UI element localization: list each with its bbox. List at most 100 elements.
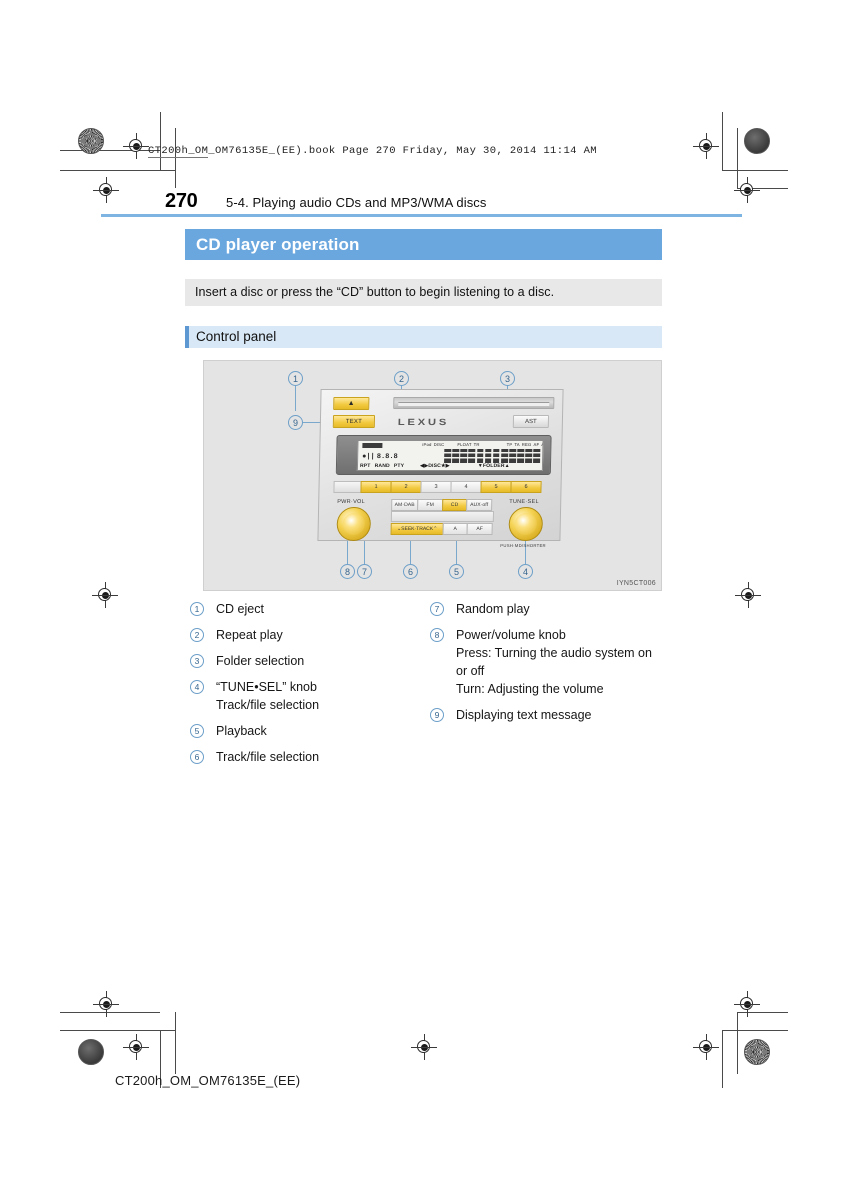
lexus-logo: LEXUS: [397, 417, 450, 427]
crop-line: [722, 112, 723, 170]
legend-number-7: 7: [430, 602, 444, 616]
legend-number-1: 1: [190, 602, 204, 616]
crop-line: [722, 170, 788, 171]
cd-eject-button[interactable]: ▲: [333, 397, 370, 410]
legend-text: Folder selection: [216, 654, 305, 668]
subsection-accent-tick: [185, 326, 189, 348]
bookline-rule: [148, 157, 208, 158]
preset-button-3[interactable]: 3: [420, 481, 452, 493]
footer-file-id: CT200h_OM_OM76135E_(EE): [115, 1073, 301, 1088]
source-button-am-dab[interactable]: AM·DAB: [391, 499, 419, 511]
page-section-title: 5-4. Playing audio CDs and MP3/WMA discs: [226, 195, 487, 210]
legend-text: Repeat play: [216, 628, 283, 642]
subsection-title-text: Control panel: [196, 329, 277, 344]
preset-button-2[interactable]: 2: [390, 481, 422, 493]
callout-8: 8: [340, 564, 355, 579]
legend-number-6: 6: [190, 750, 204, 764]
legend-item-4: 4 “TUNE•SEL” knob Track/file selection: [190, 678, 425, 714]
pwr-vol-knob[interactable]: [336, 507, 372, 541]
page-number: 270: [165, 190, 198, 212]
legend-text: Press: Turning the audio system on: [456, 646, 652, 660]
legend-number-8: 8: [430, 628, 444, 642]
subsection-bar: Control panel: [185, 326, 662, 348]
lcd-bezel: iPod DISC FLOAT TR TP TA REG AF AUTO ●|| 8.8.8 …: [335, 435, 552, 475]
callout-9: 9: [288, 415, 303, 430]
legend-text: Displaying text message: [456, 708, 592, 722]
crop-line: [60, 1030, 175, 1031]
intro-text: Insert a disc or press the “CD” button t…: [195, 285, 555, 299]
legend-text: Random play: [456, 602, 530, 616]
legend-text: Playback: [216, 724, 267, 738]
preset-button-4[interactable]: 4: [450, 481, 482, 493]
legend-text: Track/file selection: [216, 698, 320, 712]
legend-text: Track/file selection: [216, 750, 320, 764]
lcd-bottom-indicators: RPT RAND PTY ◀▶DISC★▶ ▼FOLDER▲: [359, 462, 510, 469]
callout-1: 1: [288, 371, 303, 386]
legend-column-right: 7 Random play 8 Power/volume knob Press:…: [430, 600, 680, 732]
lcd-top-indicators: iPod DISC FLOAT TR TP TA REG AF AUTO: [422, 442, 544, 447]
registration-mark: [735, 582, 761, 608]
legend-column-left: 1 CD eject 2 Repeat play 3 Folder select…: [190, 600, 425, 774]
registration-dot-mark: [78, 1039, 104, 1065]
legend-text: “TUNE•SEL” knob: [216, 680, 317, 694]
a-button[interactable]: A: [442, 523, 468, 535]
registration-star-mark: [78, 128, 104, 154]
control-panel-illustration: 1 2 3 9 8 7 6 5 4 ▲ TEXT LEXUS AST iPod D…: [203, 360, 662, 591]
header-rule: [101, 214, 742, 217]
registration-mark: [693, 1034, 719, 1060]
crop-line: [722, 1030, 723, 1088]
book-file-line: CT200h_OM_OM76135E_(EE).book Page 270 Fr…: [148, 145, 597, 157]
text-button[interactable]: TEXT: [332, 415, 376, 428]
legend-item-6: 6 Track/file selection: [190, 748, 425, 766]
section-title-text: CD player operation: [196, 235, 360, 254]
tune-sel-knob-label: TUNE·SEL: [509, 499, 539, 505]
legend-item-9: 9 Displaying text message: [430, 706, 680, 724]
registration-mark: [93, 177, 119, 203]
legend-item-7: 7 Random play: [430, 600, 680, 618]
legend-number-5: 5: [190, 724, 204, 738]
cd-slot: [393, 397, 555, 409]
crop-line: [175, 1012, 176, 1074]
callout-4: 4: [518, 564, 533, 579]
legend-text: Turn: Adjusting the volume: [456, 682, 604, 696]
af-button[interactable]: AF: [466, 523, 493, 535]
seek-track-button[interactable]: ⌄SEEK·TRACK⌃: [390, 523, 444, 535]
source-button-cd[interactable]: CD: [442, 499, 468, 511]
preset-button-5[interactable]: 5: [480, 481, 512, 493]
tune-sel-knob[interactable]: [508, 507, 544, 541]
lcd-display: iPod DISC FLOAT TR TP TA REG AF AUTO ●|| 8.8.8 …: [356, 440, 544, 471]
legend-text: or off: [456, 664, 485, 678]
preset-button-1[interactable]: 1: [360, 481, 392, 493]
registration-mark: [693, 133, 719, 159]
source-button-row: AM·DAB FM CD AUX·off: [391, 499, 494, 511]
legend-item-5: 5 Playback: [190, 722, 425, 740]
preset-button-6[interactable]: 6: [510, 481, 542, 493]
callout-5: 5: [449, 564, 464, 579]
registration-mark: [734, 177, 760, 203]
preset-button-row: 1 2 3 4 5 6: [333, 481, 552, 493]
ast-button[interactable]: AST: [512, 415, 550, 428]
source-button-aux-off[interactable]: AUX·off: [466, 499, 493, 511]
source-button-fm[interactable]: FM: [417, 499, 444, 511]
tune-sel-knob-sublabel: PUSH·MD/SHORTER: [500, 543, 546, 548]
crop-line: [722, 1030, 788, 1031]
registration-mark: [123, 1034, 149, 1060]
registration-mark: [92, 582, 118, 608]
legend-number-4: 4: [190, 680, 204, 694]
legend-number-3: 3: [190, 654, 204, 668]
audio-head-unit: ▲ TEXT LEXUS AST iPod DISC FLOAT TR TP TA RE…: [317, 389, 564, 548]
seek-track-row: ⌄SEEK·TRACK⌃ A AF: [390, 523, 494, 535]
legend-number-9: 9: [430, 708, 444, 722]
legend-item-2: 2 Repeat play: [190, 626, 425, 644]
registration-mark: [123, 133, 149, 159]
callout-7: 7: [357, 564, 372, 579]
crop-line: [175, 128, 176, 188]
crop-line: [737, 1012, 738, 1074]
lcd-text-segments: [444, 449, 541, 463]
source-blank-strip: [390, 511, 495, 522]
registration-star-mark: [744, 1039, 770, 1065]
crop-line: [60, 170, 175, 171]
legend-text: CD eject: [216, 602, 264, 616]
preset-pad-left: [333, 481, 362, 493]
intro-callout-box: Insert a disc or press the “CD” button t…: [185, 279, 662, 306]
